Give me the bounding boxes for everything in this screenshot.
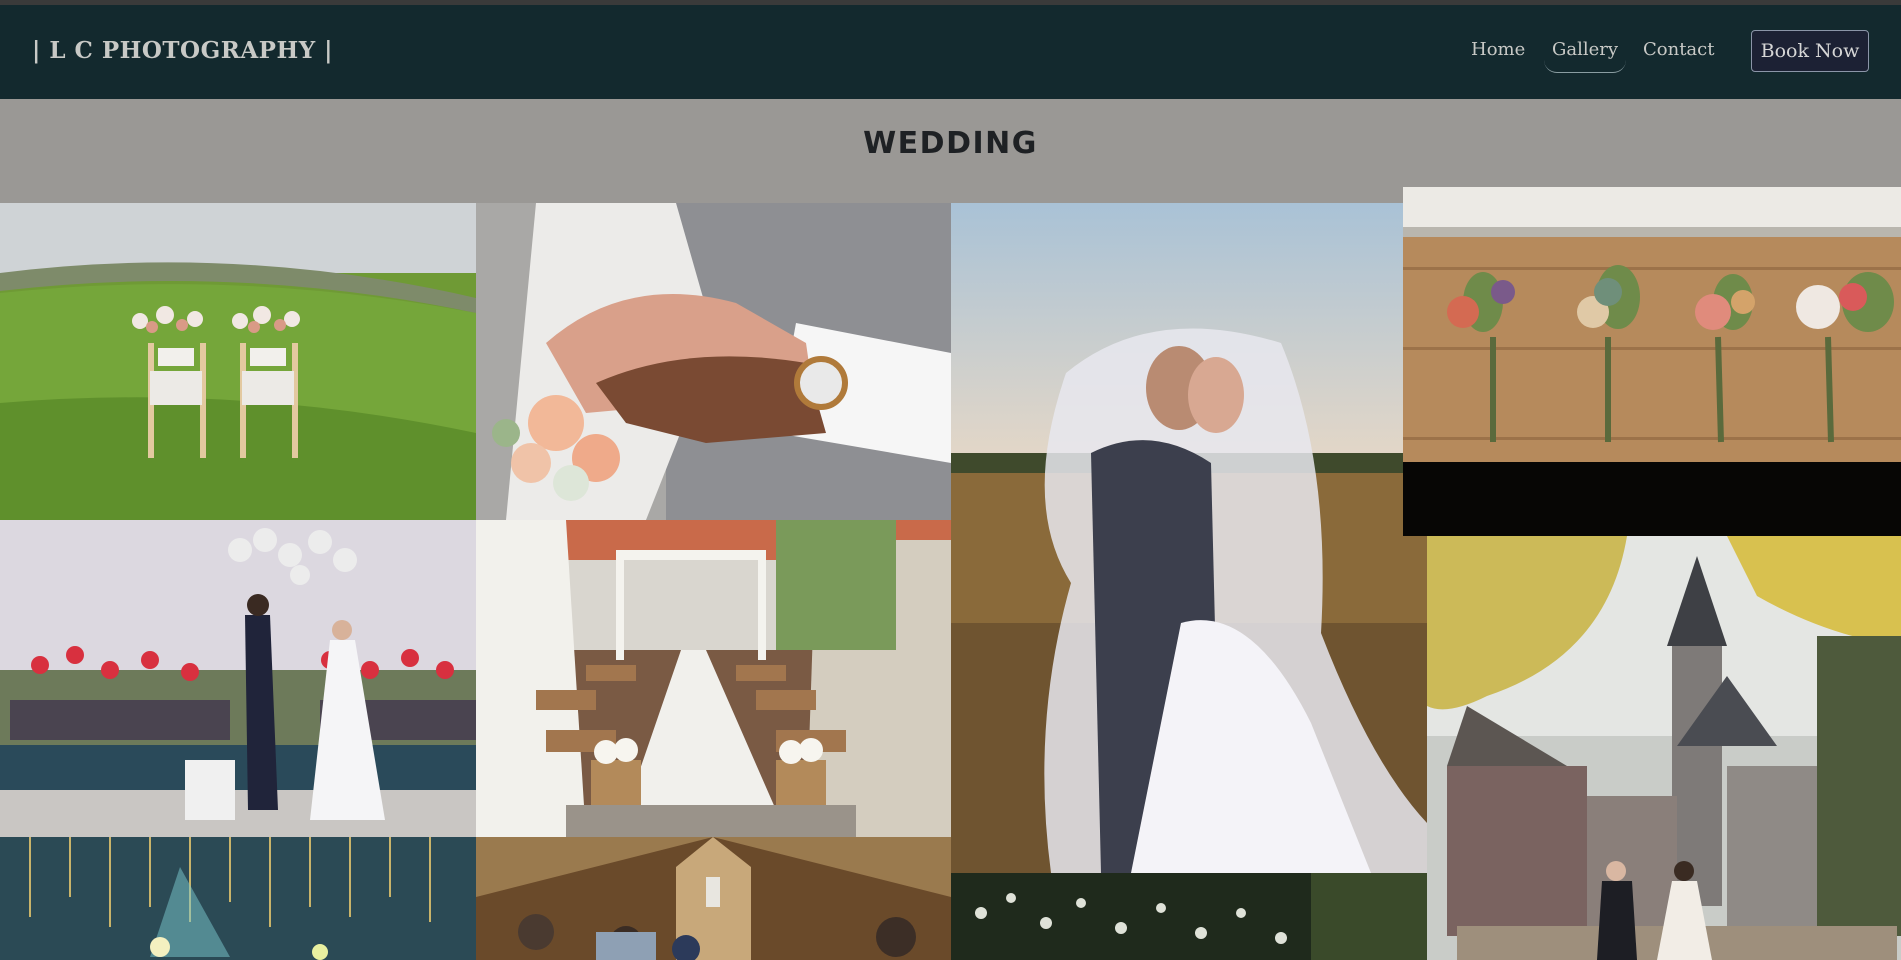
photo-ceremony-aisle[interactable] xyxy=(476,520,951,837)
photo-hands-with-rings[interactable] xyxy=(476,203,951,520)
nav-contact[interactable]: Contact xyxy=(1643,39,1714,60)
nav-gallery[interactable]: Gallery xyxy=(1543,39,1627,73)
photo-chairs-on-lawn[interactable] xyxy=(0,203,476,520)
photo-dancing-hall[interactable] xyxy=(476,837,951,960)
nav-home[interactable]: Home xyxy=(1471,39,1525,60)
navbar: | L C PHOTOGRAPHY | Home Gallery Contact… xyxy=(0,5,1901,99)
photo-couple-with-balloons[interactable] xyxy=(0,520,476,837)
book-now-button[interactable]: Book Now xyxy=(1751,30,1869,72)
photo-lights-venue[interactable] xyxy=(0,837,476,960)
photo-couple-under-veil[interactable] xyxy=(951,203,1427,873)
photo-castle-couple[interactable] xyxy=(1427,536,1901,960)
page-title: WEDDING xyxy=(863,126,1038,161)
photo-garden-bottom[interactable] xyxy=(951,873,1427,960)
photo-boutonnieres[interactable] xyxy=(1403,187,1901,536)
brand-logo[interactable]: | L C PHOTOGRAPHY | xyxy=(32,37,333,64)
